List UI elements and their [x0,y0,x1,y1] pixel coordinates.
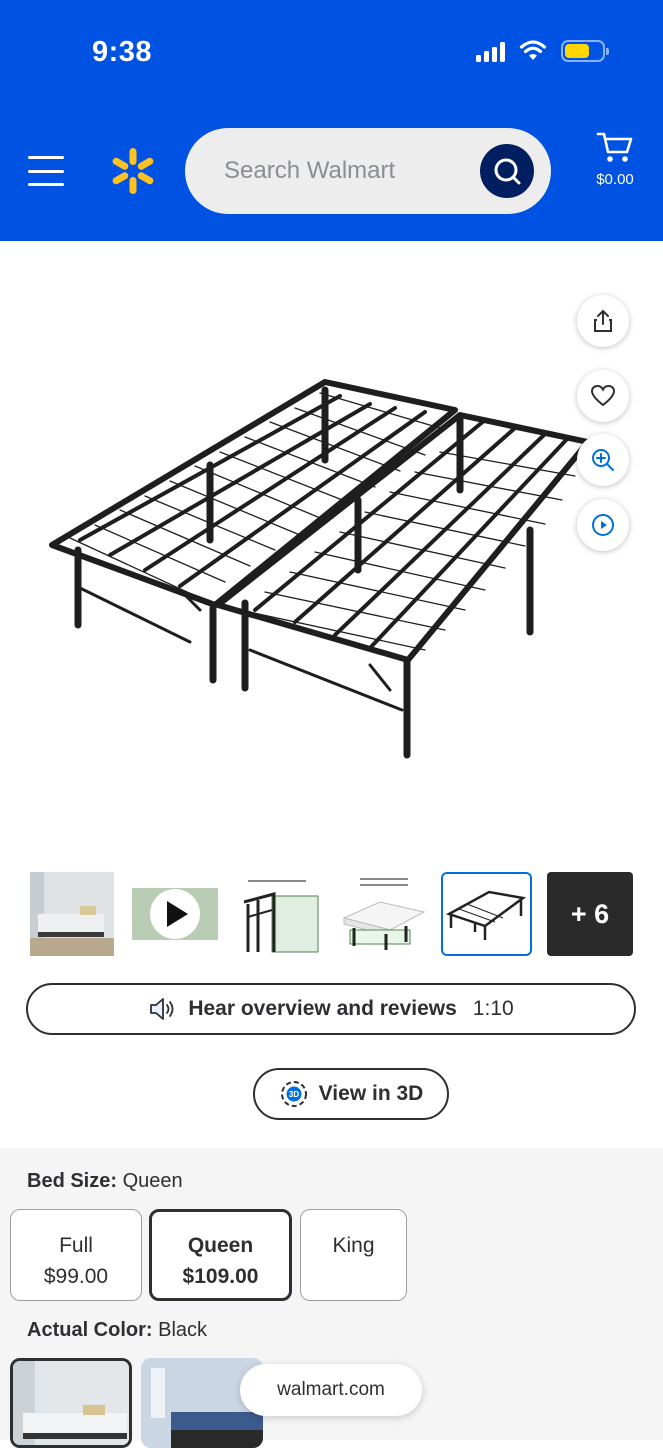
svg-text:3D: 3D [289,1090,299,1099]
share-icon [594,309,612,332]
browser-domain: walmart.com [277,1379,385,1400]
color-swatch-image [13,1361,129,1445]
3d-icon: 3D [280,1081,307,1107]
thumbnail-frame-image [445,876,528,952]
search-input[interactable]: Search Walmart [185,128,551,214]
cellular-signal-icon [476,40,505,62]
thumbnail-mattress-image [340,872,426,956]
battery-icon [561,40,609,62]
bed-size-heading: Bed Size: Queen [27,1170,183,1193]
thumbnail-5-selected[interactable] [441,872,532,956]
thumbnail-1[interactable] [30,872,116,956]
size-option-name: King [332,1234,375,1257]
thumbnail-3[interactable] [236,872,322,956]
thumbnail-strip: + 6 [30,872,636,956]
walmart-spark-logo[interactable] [108,146,158,196]
view-in-3d-button[interactable]: 3D View in 3D [253,1068,449,1120]
actual-color-heading: Actual Color: Black [27,1319,207,1342]
actual-color-label: Actual Color: [27,1319,153,1341]
video-thumbnail-image [132,888,218,940]
zoom-button[interactable] [577,434,629,486]
thumbnail-video[interactable] [132,872,218,956]
wifi-icon [519,40,547,60]
favorite-button[interactable] [577,370,629,422]
speaker-icon [150,998,174,1020]
thumbnail-bedroom-image [30,872,114,956]
share-button[interactable] [577,295,629,347]
status-icons [476,40,609,62]
heart-icon [590,384,616,407]
view-in-3d-label: View in 3D [318,1082,424,1105]
search-button[interactable] [480,144,534,198]
zoom-icon [592,449,614,471]
browser-domain-pill[interactable]: walmart.com [240,1364,422,1416]
size-option-price: $109.00 [182,1265,259,1288]
actual-color-selected: Black [158,1319,208,1341]
hear-overview-button[interactable]: Hear overview and reviews 1:10 [26,983,636,1035]
hear-overview-label: Hear overview and reviews [188,997,457,1020]
size-option-full[interactable]: Full $99.00 [10,1209,142,1301]
cart-total: $0.00 [596,171,634,188]
color-option-black[interactable] [10,1358,132,1448]
status-time: 9:38 [92,36,153,68]
play-circle-icon [592,514,614,536]
size-option-name: Queen [187,1234,254,1257]
cart-icon [596,132,633,162]
audio-duration: 1:10 [472,997,514,1020]
search-icon [494,158,521,185]
search-placeholder: Search Walmart [224,157,396,184]
size-option-price: $99.00 [43,1265,109,1288]
thumbnail-4[interactable] [340,872,426,956]
thumbnail-storage-image [236,872,322,956]
product-image[interactable] [40,360,600,780]
app-header: 9:38 Search Walmart $0.00 [0,0,663,241]
video-button[interactable] [577,499,629,551]
menu-button[interactable] [28,156,64,186]
size-option-name: Full [59,1234,93,1257]
bed-size-label: Bed Size: [27,1170,118,1192]
cart-button[interactable]: $0.00 [590,130,640,188]
size-option-queen[interactable]: Queen $109.00 [149,1209,292,1301]
bed-size-selected: Queen [122,1170,183,1192]
more-images-button[interactable]: + 6 [547,872,633,956]
more-count: + 6 [570,898,610,929]
size-option-king[interactable]: King [300,1209,407,1301]
